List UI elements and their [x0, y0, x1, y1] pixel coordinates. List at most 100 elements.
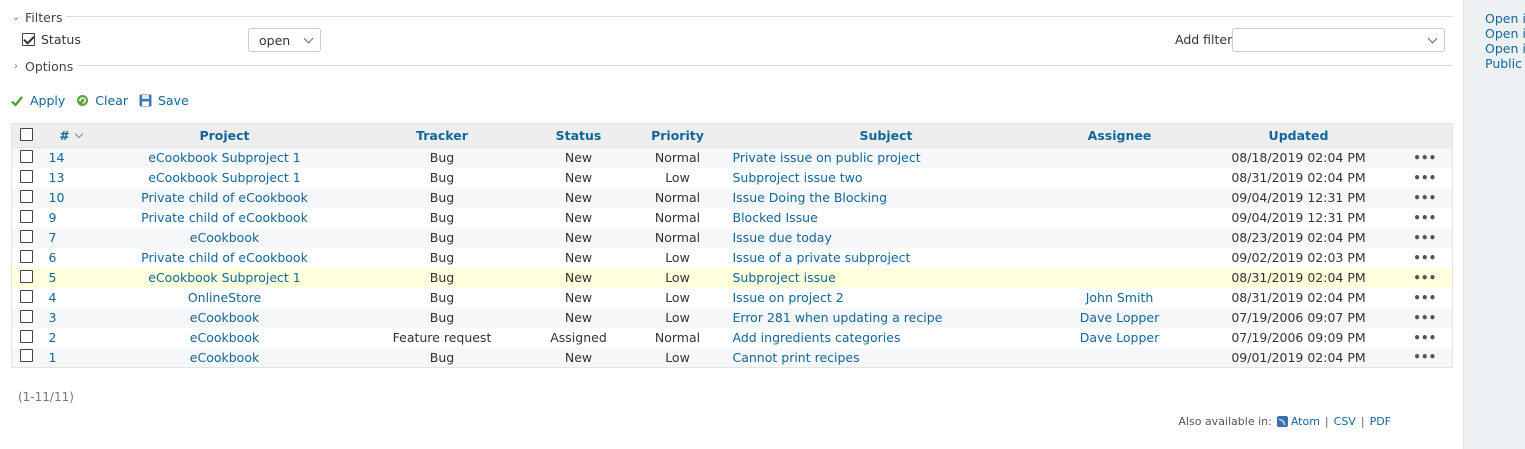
row-select-checkbox[interactable] [20, 289, 34, 303]
sidebar-query-link[interactable]: Public [1485, 56, 1525, 71]
issue-project-link[interactable]: eCookbook Subproject 1 [99, 267, 350, 288]
row-select-checkbox[interactable] [20, 269, 34, 283]
column-header-status[interactable]: Status [534, 123, 623, 148]
issue-actions-menu[interactable]: ••• [1397, 227, 1453, 248]
table-row[interactable]: 4 OnlineStore Bug New Low Issue on project 2J… [11, 287, 1453, 308]
issue-id-link[interactable]: 10 [41, 187, 100, 208]
status-operator-select[interactable]: open [248, 28, 321, 52]
issue-id-link[interactable]: 1 [41, 347, 100, 368]
save-button[interactable]: Save [138, 93, 189, 108]
table-row[interactable]: 13 eCookbook Subproject 1 Bug New Low Subproj… [11, 167, 1453, 188]
column-header-updated[interactable]: Updated [1199, 123, 1398, 148]
column-header-priority[interactable]: Priority [622, 123, 733, 148]
table-row[interactable]: 1 eCookbook Bug New Low Cannot print recipes 0… [11, 347, 1453, 368]
issue-subject-link[interactable]: Subproject issue two [732, 167, 1040, 188]
issue-actions-menu[interactable]: ••• [1397, 207, 1453, 228]
issue-assignee-link[interactable] [1039, 187, 1200, 208]
issue-subject-link[interactable]: Add ingredients categories [732, 327, 1040, 348]
issue-project-link[interactable]: eCookbook [99, 227, 350, 248]
select-all-checkbox[interactable] [20, 127, 34, 141]
table-row[interactable]: 14 eCookbook Subproject 1 Bug New Normal Priv… [11, 147, 1453, 168]
issue-subject-link[interactable]: Private issue on public project [732, 147, 1040, 168]
pdf-link[interactable]: PDF [1370, 415, 1391, 428]
atom-link[interactable]: Atom [1291, 415, 1320, 428]
issue-subject-link[interactable]: Blocked Issue [732, 207, 1040, 228]
issue-subject-link[interactable]: Issue of a private subproject [732, 247, 1040, 268]
row-select-checkbox[interactable] [20, 189, 34, 203]
row-select-checkbox[interactable] [20, 249, 34, 263]
add-filter-select[interactable] [1232, 28, 1445, 52]
row-select-checkbox[interactable] [20, 329, 34, 343]
table-row[interactable]: 10 Private child of eCookbook Bug New Normal… [11, 187, 1453, 208]
table-row[interactable]: 6 Private child of eCookbook Bug New Low Issu… [11, 247, 1453, 268]
issue-project-link[interactable]: eCookbook [99, 347, 350, 368]
row-select-checkbox[interactable] [20, 229, 34, 243]
issue-subject-link[interactable]: Issue on project 2 [732, 287, 1040, 308]
row-select-checkbox[interactable] [20, 169, 34, 183]
table-row[interactable]: 3 eCookbook Bug New Low Error 281 when updati… [11, 307, 1453, 328]
table-row[interactable]: 7 eCookbook Bug New Normal Issue due today 08/… [11, 227, 1453, 248]
table-row[interactable]: 2 eCookbook Feature request Assigned Normal A… [11, 327, 1453, 348]
issue-id-link[interactable]: 2 [41, 327, 100, 348]
issue-id-link[interactable]: 13 [41, 167, 100, 188]
issue-actions-menu[interactable]: ••• [1397, 147, 1453, 168]
issue-subject-link[interactable]: Cannot print recipes [732, 347, 1040, 368]
status-filter-checkbox[interactable] [22, 33, 35, 46]
issue-assignee-link[interactable]: Dave Lopper [1039, 307, 1200, 328]
issue-actions-menu[interactable]: ••• [1397, 307, 1453, 328]
issue-assignee-link[interactable] [1039, 227, 1200, 248]
issue-project-link[interactable]: eCookbook Subproject 1 [99, 167, 350, 188]
clear-button[interactable]: Clear [75, 93, 128, 108]
issue-project-link[interactable]: eCookbook [99, 327, 350, 348]
issue-assignee-link[interactable]: John Smith [1039, 287, 1200, 308]
issue-actions-menu[interactable]: ••• [1397, 267, 1453, 288]
issue-subject-link[interactable]: Issue Doing the Blocking [732, 187, 1040, 208]
sidebar-query-link[interactable]: Open i [1485, 41, 1525, 56]
issue-assignee-link[interactable] [1039, 247, 1200, 268]
issue-assignee-link[interactable] [1039, 167, 1200, 188]
issue-assignee-link[interactable] [1039, 347, 1200, 368]
column-header-project[interactable]: Project [99, 123, 350, 148]
issue-id-link[interactable]: 5 [41, 267, 100, 288]
issue-actions-menu[interactable]: ••• [1397, 287, 1453, 308]
issue-assignee-link[interactable] [1039, 267, 1200, 288]
issue-id-link[interactable]: 14 [41, 147, 100, 168]
issue-actions-menu[interactable]: ••• [1397, 327, 1453, 348]
issue-assignee-link[interactable]: Dave Lopper [1039, 327, 1200, 348]
issue-project-link[interactable]: Private child of eCookbook [99, 207, 350, 228]
issue-project-link[interactable]: eCookbook Subproject 1 [99, 147, 350, 168]
issue-actions-menu[interactable]: ••• [1397, 167, 1453, 188]
issue-id-link[interactable]: 3 [41, 307, 100, 328]
issue-subject-link[interactable]: Error 281 when updating a recipe [732, 307, 1040, 328]
table-row[interactable]: 9 Private child of eCookbook Bug New Normal B… [11, 207, 1453, 228]
issue-project-link[interactable]: OnlineStore [99, 287, 350, 308]
issue-id-link[interactable]: 6 [41, 247, 100, 268]
issue-project-link[interactable]: eCookbook [99, 307, 350, 328]
issue-assignee-link[interactable] [1039, 207, 1200, 228]
row-select-checkbox[interactable] [20, 209, 34, 223]
column-header-subject[interactable]: Subject [732, 123, 1040, 148]
issue-id-link[interactable]: 9 [41, 207, 100, 228]
table-row[interactable]: 5 eCookbook Subproject 1 Bug New Low Subproje… [11, 267, 1453, 288]
issue-project-link[interactable]: Private child of eCookbook [99, 247, 350, 268]
column-header-tracker[interactable]: Tracker [349, 123, 535, 148]
column-header-id[interactable]: # [41, 123, 100, 148]
sidebar-query-link[interactable]: Open i [1485, 26, 1525, 41]
filters-toggle[interactable]: ⌄ Filters [10, 9, 67, 25]
row-select-checkbox[interactable] [20, 309, 34, 323]
row-select-checkbox[interactable] [20, 349, 34, 363]
issue-actions-menu[interactable]: ••• [1397, 187, 1453, 208]
csv-link[interactable]: CSV [1334, 415, 1356, 428]
issue-actions-menu[interactable]: ••• [1397, 347, 1453, 368]
issue-subject-link[interactable]: Issue due today [732, 227, 1040, 248]
row-select-checkbox[interactable] [20, 149, 34, 163]
issue-actions-menu[interactable]: ••• [1397, 247, 1453, 268]
apply-button[interactable]: Apply [10, 93, 65, 108]
issue-assignee-link[interactable] [1039, 147, 1200, 168]
issue-id-link[interactable]: 7 [41, 227, 100, 248]
sidebar-query-link[interactable]: Open i [1485, 11, 1525, 26]
column-header-assignee[interactable]: Assignee [1039, 123, 1200, 148]
issue-subject-link[interactable]: Subproject issue [732, 267, 1040, 288]
issue-project-link[interactable]: Private child of eCookbook [99, 187, 350, 208]
issue-id-link[interactable]: 4 [41, 287, 100, 308]
